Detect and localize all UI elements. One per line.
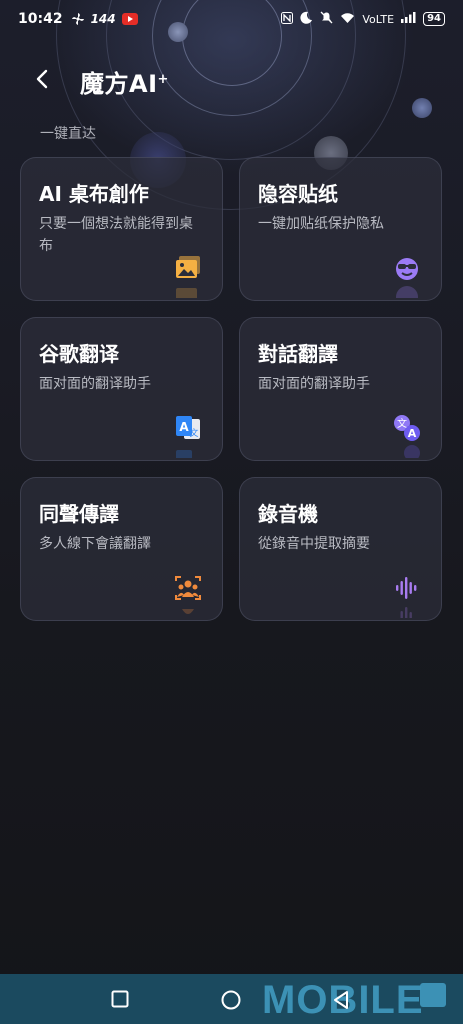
page-title-sup: + [157,72,169,87]
network-label: VoLTE [362,12,395,26]
fan-icon [71,12,85,26]
refresh-rate-label: 144 [90,12,116,26]
back-button[interactable] [30,64,58,94]
back-arrow-icon [36,69,48,89]
waveform-icon [393,574,421,618]
signal-icon [401,12,416,26]
card-title: 錄音機 [258,502,318,526]
card-google-translate[interactable]: 谷歌翻译 面对面的翻译助手 A文 [20,317,223,461]
card-description: 面对面的翻译助手 [258,376,370,392]
svg-text:文: 文 [189,427,198,439]
image-icon [174,254,202,298]
square-icon [111,990,129,1008]
page-title-text: 魔方AI [80,70,158,98]
page-title: 魔方AI+ [80,64,169,99]
card-privacy-sticker[interactable]: 隐容贴纸 一键加贴纸保护隐私 [239,157,442,301]
card-description: 一键加贴纸保护隐私 [258,216,384,232]
circle-icon [221,990,241,1010]
card-description: 面对面的翻译助手 [39,376,151,392]
card-description: 多人線下會議翻譯 [39,536,151,552]
wifi-icon [340,12,355,27]
svg-text:A: A [408,427,417,440]
card-title: 對話翻譯 [258,342,338,366]
home-button[interactable] [221,990,241,1014]
card-description: 從錄音中提取摘要 [258,536,370,552]
recent-apps-button[interactable] [111,990,129,1012]
status-bar: 10:42 144 VoLTE 94 [0,0,463,38]
card-dialog-translate[interactable]: 對話翻譯 面对面的翻译助手 文A [239,317,442,461]
header: 魔方AI+ [0,58,463,102]
sticker-face-icon [393,254,421,298]
section-label: 一键直达 [40,126,96,142]
card-title: 谷歌翻译 [39,342,119,366]
card-title: 同聲傳譯 [39,502,119,526]
back-nav-button[interactable] [332,990,350,1014]
card-ai-wallpaper[interactable]: AI 桌布創作 只要一個想法就能得到桌布 [20,157,223,301]
nfc-icon [281,11,294,27]
triangle-back-icon [334,991,348,1009]
moon-icon [300,11,313,27]
card-recorder[interactable]: 錄音機 從錄音中提取摘要 [239,477,442,621]
card-title: AI 桌布創作 [39,182,149,206]
translate-icon: 文A [393,414,421,458]
card-title: 隐容贴纸 [258,182,338,206]
mute-icon [320,11,333,27]
card-description: 只要一個想法就能得到桌布 [39,216,193,254]
status-time: 10:42 [18,11,63,27]
battery-level: 94 [423,12,445,26]
svg-text:文: 文 [397,417,407,430]
watermark-bubble-icon [420,983,446,1007]
group-interpret-icon [174,574,202,614]
card-simultaneous-interpretation[interactable]: 同聲傳譯 多人線下會議翻譯 [20,477,223,621]
svg-text:A: A [179,420,189,434]
youtube-icon [121,13,138,25]
google-translate-icon: A文 [174,414,202,458]
